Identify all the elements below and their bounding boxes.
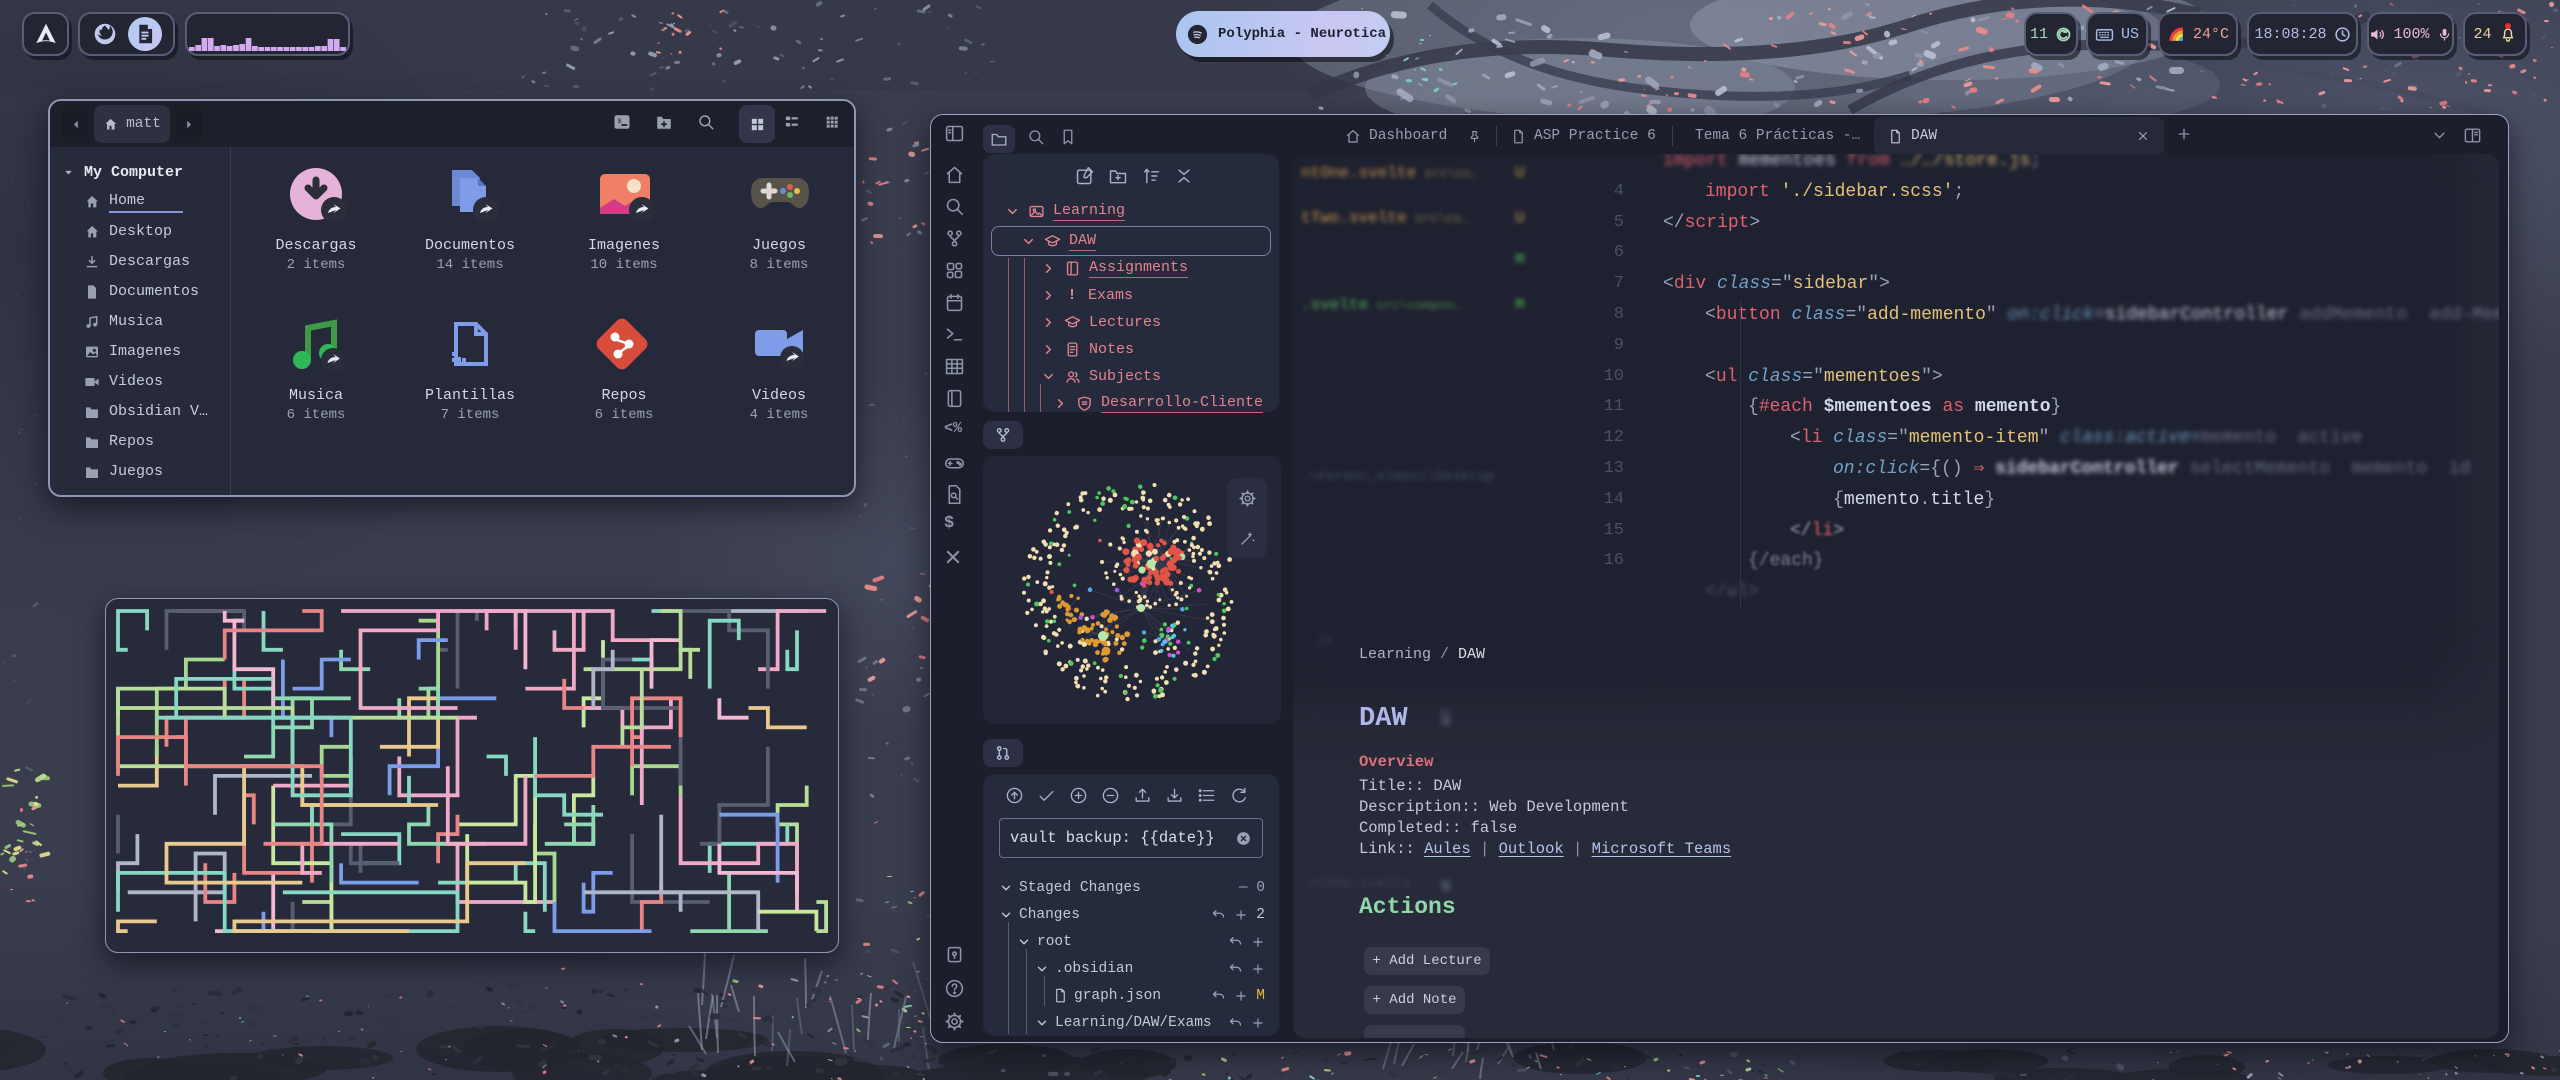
svg-text:$: $ [618, 117, 622, 125]
